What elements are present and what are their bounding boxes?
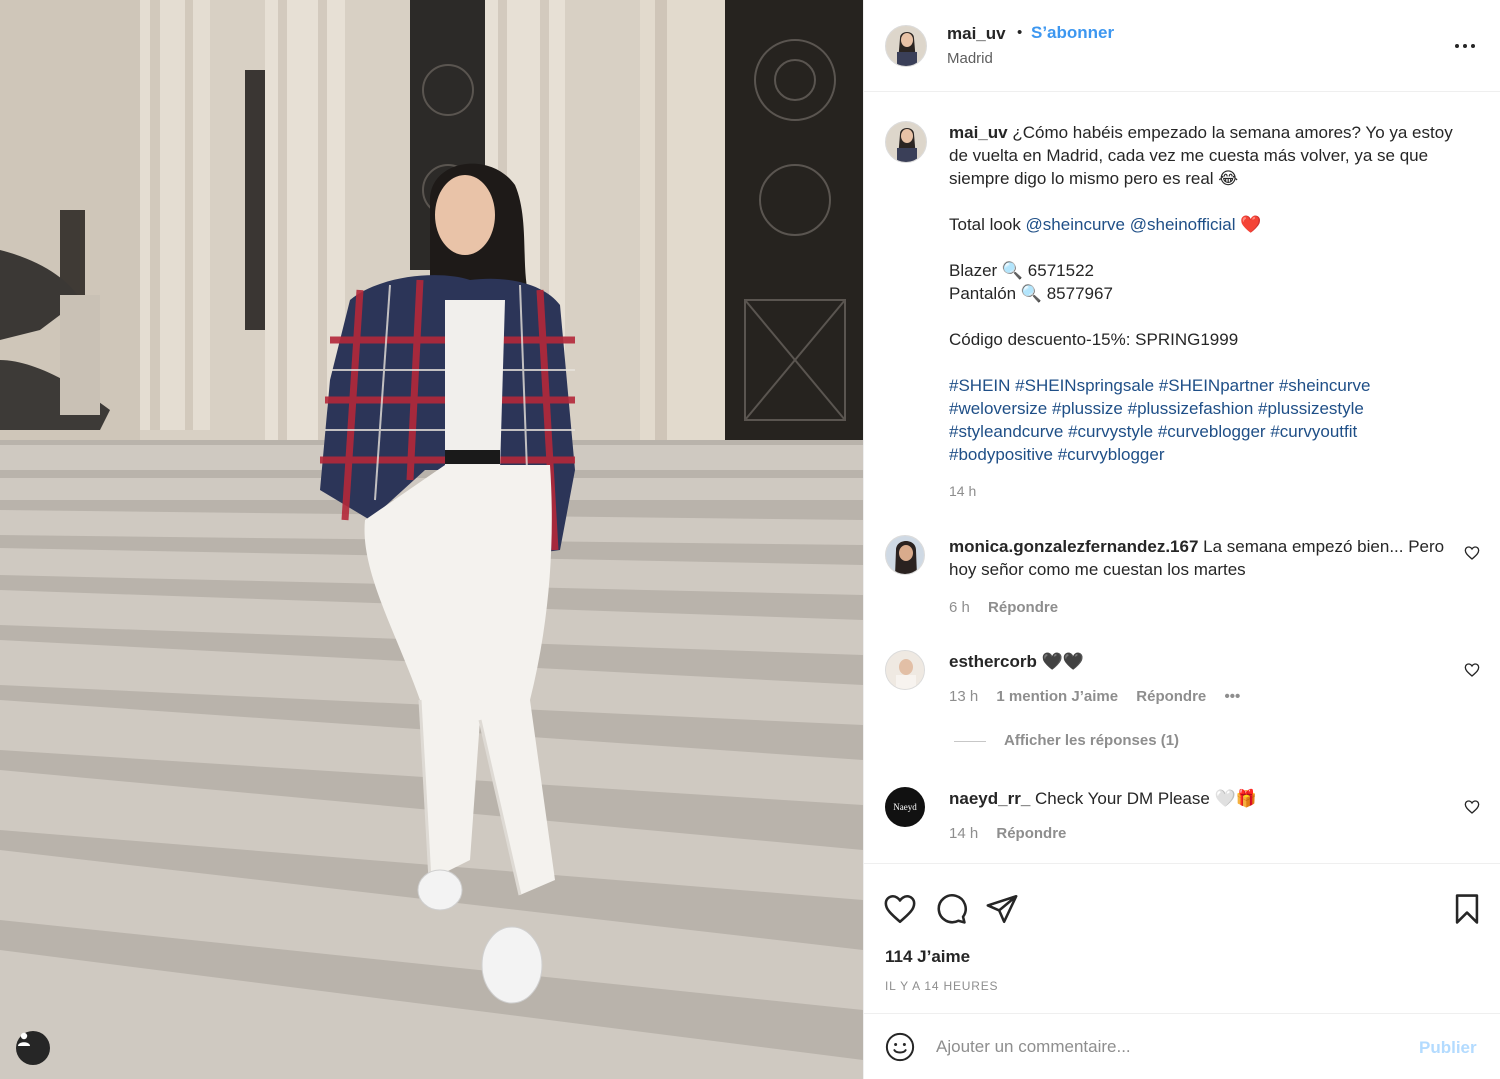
publish-button[interactable]: Publier [1419, 1038, 1477, 1058]
reply-button[interactable]: Répondre [988, 599, 1058, 616]
reply-button[interactable]: Répondre [996, 825, 1066, 842]
comment-likes-count[interactable]: 1 mention J’aime [996, 688, 1118, 705]
hashtag[interactable]: #SHEINspringsale [1015, 376, 1154, 395]
post-photo[interactable] [0, 0, 863, 1079]
caption-time: 14 h [949, 483, 977, 499]
hashtag[interactable]: #weloversize [949, 399, 1047, 418]
mention-sheincurve[interactable]: @sheincurve [1026, 215, 1125, 234]
hashtag[interactable]: #plussizestyle [1258, 399, 1364, 418]
heart-icon[interactable] [883, 892, 917, 926]
hashtag[interactable]: #sheincurve [1279, 376, 1371, 395]
hashtag[interactable]: #styleandcurve [949, 422, 1063, 441]
comment-body: naeyd_rr_ Check Your DM Please 🤍🎁 [949, 787, 1449, 810]
hashtag[interactable]: #plussizefashion [1128, 399, 1254, 418]
comment-username[interactable]: naeyd_rr_ [949, 789, 1030, 808]
separator-dot: • [1017, 24, 1023, 41]
comment-like-heart-icon[interactable] [1464, 545, 1480, 561]
comments-list[interactable]: mai_uv ¿Cómo habéis empezado la semana a… [864, 93, 1500, 863]
hashtag[interactable]: #curveblogger [1158, 422, 1266, 441]
photo-illustration [0, 0, 863, 1079]
hashtag[interactable]: #SHEINpartner [1159, 376, 1274, 395]
comment-text: 🖤🖤 [1041, 652, 1084, 671]
reply-button[interactable]: Répondre [1136, 688, 1206, 705]
comment-more-icon[interactable]: ••• [1224, 688, 1240, 705]
share-icon[interactable] [985, 892, 1019, 926]
heart-emoji: ❤️ [1240, 215, 1262, 234]
hashtag[interactable]: #SHEIN [949, 376, 1010, 395]
post-time-ago: IL Y A 14 HEURES [885, 979, 999, 993]
post-location[interactable]: Madrid [947, 50, 993, 67]
comment-input[interactable] [936, 1032, 1396, 1062]
caption-avatar-image [886, 122, 926, 162]
hashtag[interactable]: #plussize [1052, 399, 1123, 418]
discount-code: Código descuento-15%: SPRING1999 [949, 330, 1239, 349]
commenter-avatar[interactable] [885, 535, 925, 575]
likes-count[interactable]: 114 J’aime [885, 947, 970, 967]
commenter-avatar-logo: Naeyd [893, 802, 917, 812]
comment-body: esthercorb 🖤🖤 [949, 650, 1449, 673]
comment-time: 14 h [949, 825, 979, 842]
user-tag-icon [18, 1032, 30, 1046]
pantalon-code: Pantalón 🔍 8577967 [949, 284, 1113, 303]
comment-meta: 13 h 1 mention J’aime Répondre ••• [949, 688, 1254, 705]
total-look-text: Total look [949, 215, 1026, 234]
view-replies-button[interactable]: Afficher les réponses (1) [954, 732, 1179, 749]
hashtag-list: #SHEIN #SHEINspringsale #SHEINpartner #s… [949, 374, 1469, 466]
commenter-avatar-image [886, 536, 924, 574]
view-replies-label: Afficher les réponses (1) [1004, 732, 1180, 749]
user-tag-button[interactable] [16, 1031, 50, 1065]
commenter-avatar[interactable] [885, 650, 925, 690]
comment-username[interactable]: esthercorb [949, 652, 1037, 671]
comment-text: Check Your DM Please 🤍🎁 [1035, 789, 1257, 808]
hashtag[interactable]: #curvystyle [1068, 422, 1153, 441]
comment-meta: 14 h Répondre [949, 825, 1080, 842]
commenter-avatar[interactable]: Naeyd [885, 787, 925, 827]
comment-like-heart-icon[interactable] [1464, 662, 1480, 678]
blazer-code: Blazer 🔍 6571522 [949, 261, 1094, 280]
post-header: mai_uv • S’abonner Madrid [864, 0, 1500, 92]
post-actions: 114 J’aime IL Y A 14 HEURES [864, 863, 1500, 1013]
author-avatar-image [886, 26, 926, 66]
caption-text: ¿Cómo habéis empezado la semana amores? … [949, 123, 1453, 188]
follow-button[interactable]: S’abonner [1031, 23, 1114, 43]
comment-time: 6 h [949, 599, 970, 616]
more-options-icon[interactable] [1452, 36, 1478, 56]
caption-author-avatar[interactable] [885, 121, 927, 163]
mention-sheinofficial[interactable]: @sheinofficial [1130, 215, 1236, 234]
post-panel: mai_uv • S’abonner Madrid mai_uv ¿Cómo h… [863, 0, 1500, 1079]
hashtag[interactable]: #bodypositive [949, 445, 1053, 464]
commenter-avatar-image [886, 651, 924, 689]
comment-username[interactable]: monica.gonzalezfernandez.167 [949, 537, 1198, 556]
author-username[interactable]: mai_uv [947, 24, 1006, 44]
comment-meta: 6 h Répondre [949, 599, 1072, 616]
add-comment-bar: Publier [864, 1013, 1500, 1079]
hashtag[interactable]: #curvyoutfit [1270, 422, 1357, 441]
hashtag[interactable]: #curvyblogger [1058, 445, 1165, 464]
comment-like-heart-icon[interactable] [1464, 799, 1480, 815]
comment-body: monica.gonzalezfernandez.167 La semana e… [949, 535, 1449, 581]
view-replies-line [954, 740, 986, 742]
bookmark-icon[interactable] [1450, 892, 1484, 926]
post-caption: mai_uv ¿Cómo habéis empezado la semana a… [949, 121, 1469, 503]
comment-time: 13 h [949, 688, 979, 705]
emoji-icon[interactable] [885, 1032, 915, 1062]
caption-username[interactable]: mai_uv [949, 123, 1008, 142]
author-avatar[interactable] [885, 25, 927, 67]
comment-icon[interactable] [934, 892, 968, 926]
